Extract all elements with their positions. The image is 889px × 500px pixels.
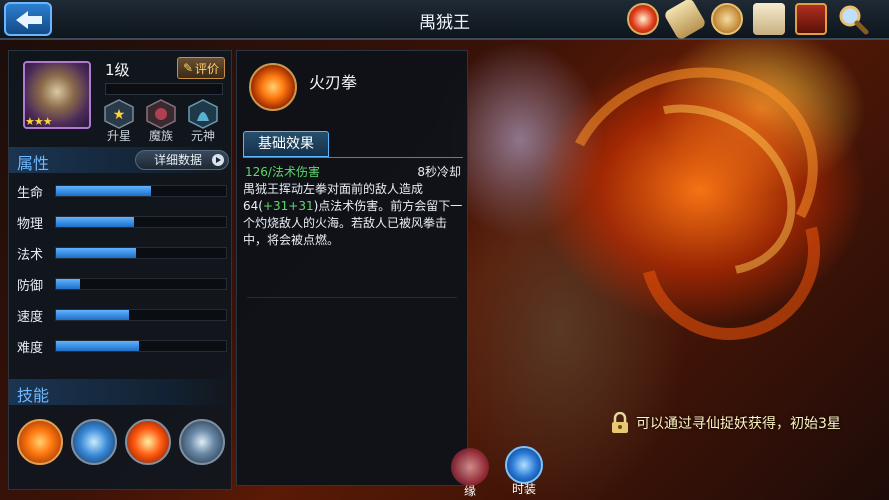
attribute-row: 防御: [17, 274, 227, 294]
attribute-row: 法术: [17, 243, 227, 263]
notice-icon[interactable]: [753, 3, 785, 35]
attribute-row: 难度: [17, 336, 227, 356]
search-icon[interactable]: [837, 3, 869, 35]
fate-icon: [451, 448, 489, 486]
skill-fire-fist-icon[interactable]: [17, 419, 63, 465]
tab-fate[interactable]: 缘: [440, 448, 500, 499]
exp-bar: [105, 83, 223, 95]
attribute-bar: [55, 278, 227, 290]
star-badge-icon: ★: [104, 99, 134, 129]
costume-icon: [505, 446, 543, 484]
attributes-header: 属性 详细数据: [9, 147, 231, 173]
badge-label: 魔族: [148, 129, 173, 143]
star-rating: ★★★: [25, 115, 53, 128]
badge-demon-race[interactable]: 魔族: [143, 99, 179, 144]
attribute-bar: [55, 216, 227, 228]
spirit-badge-icon: [188, 99, 218, 129]
tab-costume-label: 时装: [511, 482, 536, 496]
skill-list: [17, 419, 229, 465]
rate-label: 评价: [195, 61, 220, 76]
unlock-note: 可以通过寻仙捉妖获得，初始3星: [610, 412, 841, 434]
attribute-bar: [55, 340, 227, 352]
attribute-name: 防御: [17, 279, 44, 294]
bottom-tab-bar: 缘 时装: [410, 444, 560, 500]
fire-fist-icon: [249, 63, 297, 111]
demon-badge-icon: [146, 99, 176, 129]
attribute-bar-fill: [56, 186, 152, 196]
badge-spirit[interactable]: 元神: [185, 99, 221, 144]
battle-icon[interactable]: [627, 3, 659, 35]
cooldown: 8秒冷却: [417, 165, 461, 179]
attribute-bar-fill: [56, 341, 140, 351]
attribute-bar-fill: [56, 279, 80, 289]
unlock-text: 可以通过寻仙捉妖获得，初始3星: [636, 416, 841, 432]
badge-upgrade-star[interactable]: ★ 升星: [101, 99, 137, 144]
attribute-name: 难度: [17, 341, 44, 356]
top-icon-group: [627, 0, 869, 41]
attribute-name: 速度: [17, 310, 44, 325]
divider: [247, 297, 457, 298]
skills-title: 技能: [17, 386, 50, 405]
attribute-bar: [55, 309, 227, 321]
chevron-right-icon: [212, 154, 224, 166]
attributes-title: 属性: [17, 154, 50, 173]
tab-underline: [243, 157, 463, 158]
edit-icon: ✎: [182, 61, 194, 75]
detail-data-label: 详细数据: [154, 153, 203, 167]
attribute-bar-fill: [56, 248, 136, 258]
attribute-bar-fill: [56, 310, 130, 320]
attribute-bar-fill: [56, 217, 135, 227]
hero-info-panel: ★★★ 1级 ✎ 评价 ★ 升星 魔族 元神 属性 详细数据 生命物理法术防御速…: [8, 50, 232, 490]
hero-badges: ★ 升星 魔族 元神: [101, 99, 221, 144]
attribute-name: 法术: [17, 248, 44, 263]
top-bar: 禺狨王: [0, 0, 889, 41]
badge-label: 元神: [190, 129, 215, 143]
attribute-name: 物理: [17, 217, 44, 232]
coin-icon[interactable]: [711, 3, 743, 35]
hero-level: 1级: [105, 61, 130, 79]
badge-label: 升星: [106, 129, 131, 143]
skill-blast-icon[interactable]: [125, 419, 171, 465]
attribute-bar: [55, 185, 227, 197]
detail-data-button[interactable]: 详细数据: [135, 150, 229, 170]
svg-text:★: ★: [113, 107, 126, 123]
book-icon[interactable]: [795, 3, 827, 35]
attribute-bar: [55, 247, 227, 259]
tab-basic-effect[interactable]: 基础效果: [243, 131, 329, 157]
skill-whirlwind-icon[interactable]: [179, 419, 225, 465]
attribute-row: 生命: [17, 181, 227, 201]
skills-header: 技能: [9, 379, 231, 405]
tab-costume[interactable]: 时装: [494, 446, 554, 497]
skill-detail-panel: 火刃拳 基础效果 126/法术伤害 8秒冷却 禺狨王挥动左拳对面前的敌人造成64…: [236, 50, 468, 486]
damage-type: 126/法术伤害: [245, 165, 320, 179]
attribute-row: 速度: [17, 305, 227, 325]
lock-icon: [612, 412, 628, 433]
skill-name: 火刃拳: [309, 73, 358, 92]
scroll-icon[interactable]: [663, 0, 707, 41]
rate-button[interactable]: ✎ 评价: [177, 57, 225, 79]
skill-description: 禺狨王挥动左拳对面前的敌人造成64(+31+31)点法术伤害。前方会留下一个灼烧…: [243, 181, 465, 249]
attribute-row: 物理: [17, 212, 227, 232]
attribute-name: 生命: [17, 186, 44, 201]
desc-bonus: +31+31: [262, 199, 314, 213]
skill-lightning-fist-icon[interactable]: [71, 419, 117, 465]
